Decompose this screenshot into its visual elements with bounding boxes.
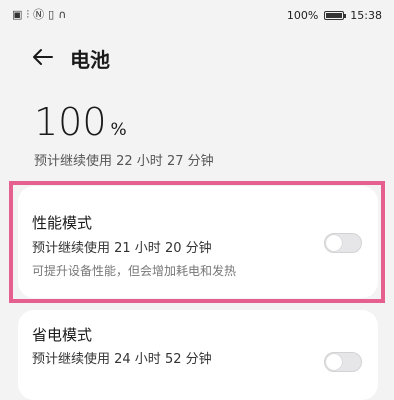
performance-mode-card[interactable]: 性能模式 预计继续使用 21 小时 20 分钟 可提升设备性能，但会增加耗电和发…	[18, 186, 378, 298]
performance-mode-toggle[interactable]	[324, 233, 362, 253]
performance-mode-estimate: 预计继续使用 21 小时 20 分钟	[32, 241, 212, 256]
nfc-icon: Ⓝ	[33, 8, 45, 21]
vibrate-icon: ▯	[48, 8, 55, 21]
battery-percent-unit: %	[110, 120, 127, 140]
headphones-icon: ∩	[58, 8, 67, 21]
battery-estimate: 预计继续使用 22 小时 27 分钟	[34, 154, 214, 169]
power-saving-mode-estimate: 预计继续使用 24 小时 52 分钟	[32, 352, 212, 367]
wifi-icon: ⫶	[26, 8, 30, 21]
battery-percent-text: 100%	[286, 9, 319, 22]
clock: 15:38	[350, 9, 382, 22]
power-saving-mode-title: 省电模式	[32, 326, 93, 344]
performance-mode-description: 可提升设备性能，但会增加耗电和发热	[32, 264, 237, 278]
battery-percent-value: 100	[34, 100, 107, 144]
sim-icon: ▣	[12, 8, 23, 21]
status-right: 100% 15:38	[287, 9, 382, 22]
battery-icon	[324, 11, 347, 20]
power-saving-mode-toggle[interactable]	[324, 352, 362, 372]
battery-percentage: 100%	[34, 100, 127, 144]
toggle-knob	[326, 235, 342, 251]
status-bar: ▣ ⫶ Ⓝ ▯ ∩ 100% 15:38	[0, 0, 394, 30]
page-header: 电池	[0, 36, 394, 80]
page-title: 电池	[70, 48, 110, 72]
status-icons: ▣ ⫶ Ⓝ ▯ ∩	[12, 9, 66, 20]
performance-mode-title: 性能模式	[32, 214, 93, 232]
power-saving-mode-card[interactable]: 省电模式 预计继续使用 24 小时 52 分钟	[18, 310, 378, 400]
back-arrow-icon[interactable]	[30, 44, 56, 70]
toggle-knob	[326, 354, 342, 370]
